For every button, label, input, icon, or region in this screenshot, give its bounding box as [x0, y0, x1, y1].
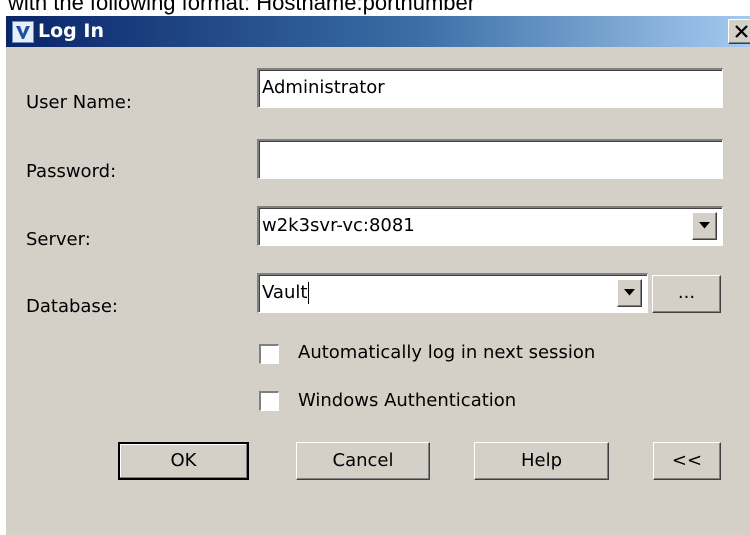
title-bar[interactable]: Log In — [6, 16, 750, 47]
help-button[interactable]: Help — [474, 442, 609, 480]
password-input[interactable] — [257, 139, 723, 179]
windows-auth-checkbox[interactable] — [259, 391, 279, 411]
window-title: Log In — [38, 20, 104, 42]
database-select[interactable]: Vault — [257, 273, 648, 313]
server-dropdown-button[interactable] — [692, 212, 717, 240]
password-label: Password: — [26, 161, 117, 182]
auto-login-checkbox[interactable] — [259, 344, 279, 364]
close-button[interactable] — [728, 19, 750, 44]
windows-auth-label: Windows Authentication — [298, 390, 517, 411]
database-label: Database: — [26, 296, 118, 317]
server-select[interactable]: w2k3svr-vc:8081 — [257, 206, 723, 246]
login-dialog: Log In User Name: Administrator Password… — [6, 16, 750, 535]
close-icon — [735, 25, 748, 38]
vault-app-icon — [12, 21, 34, 43]
user-name-value: Administrator — [262, 77, 385, 98]
database-dropdown-button[interactable] — [617, 279, 642, 307]
database-value: Vault — [262, 282, 308, 303]
chevron-down-icon — [624, 289, 635, 296]
user-name-label: User Name: — [26, 92, 132, 113]
background-instruction-text: with the following format: Hostname:port… — [0, 0, 750, 16]
collapse-button[interactable]: << — [653, 442, 721, 480]
text-cursor — [308, 282, 310, 304]
database-browse-button[interactable]: ... — [652, 275, 721, 313]
user-name-input[interactable]: Administrator — [257, 68, 723, 108]
chevron-down-icon — [699, 222, 710, 229]
background-instruction-label: with the following format: Hostname:port… — [8, 0, 476, 15]
server-label: Server: — [26, 229, 91, 250]
cancel-button[interactable]: Cancel — [296, 442, 430, 480]
server-value: w2k3svr-vc:8081 — [262, 215, 415, 236]
ok-button[interactable]: OK — [118, 442, 249, 480]
auto-login-label: Automatically log in next session — [298, 342, 596, 363]
